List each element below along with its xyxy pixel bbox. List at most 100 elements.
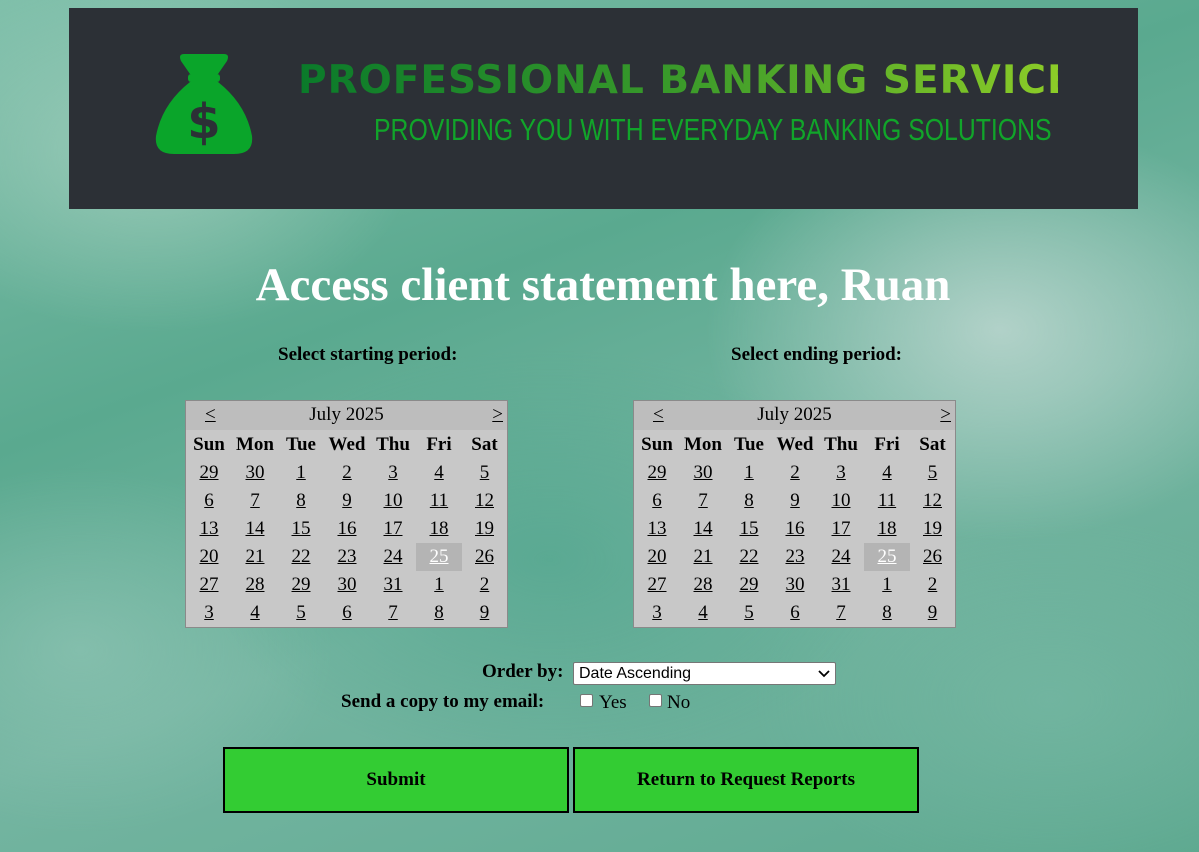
calendar-day[interactable]: 29: [186, 459, 232, 487]
calendar-day[interactable]: 13: [186, 515, 232, 543]
calendar-day[interactable]: 3: [818, 459, 864, 487]
submit-button[interactable]: Submit: [223, 747, 569, 813]
calendar-day[interactable]: 14: [680, 515, 726, 543]
calendar-day[interactable]: 24: [370, 543, 416, 571]
calendar-day[interactable]: 29: [726, 571, 772, 599]
calendar-day[interactable]: 15: [278, 515, 324, 543]
calendar-day[interactable]: 27: [634, 571, 680, 599]
calendar-day[interactable]: 7: [818, 599, 864, 627]
calendar-day[interactable]: 15: [726, 515, 772, 543]
calendar-day[interactable]: 6: [772, 599, 818, 627]
email-yes-label: Yes: [599, 692, 627, 713]
calendar-day[interactable]: 17: [370, 515, 416, 543]
calendar-day[interactable]: 18: [864, 515, 910, 543]
calendar-day[interactable]: 1: [278, 459, 324, 487]
calendar-day[interactable]: 3: [634, 599, 680, 627]
calendar-day[interactable]: 6: [186, 487, 232, 515]
calendar-day[interactable]: 31: [818, 571, 864, 599]
calendar-day[interactable]: 29: [634, 459, 680, 487]
calendar-day[interactable]: 4: [416, 459, 462, 487]
calendar-day[interactable]: 17: [818, 515, 864, 543]
next-month-link[interactable]: >: [940, 404, 951, 426]
calendar-day[interactable]: 26: [910, 543, 955, 571]
next-month-link[interactable]: >: [492, 404, 503, 426]
calendar-day[interactable]: 18: [416, 515, 462, 543]
calendar-day[interactable]: 11: [864, 487, 910, 515]
calendar-day[interactable]: 10: [818, 487, 864, 515]
calendar-day[interactable]: 4: [232, 599, 278, 627]
calendar-day[interactable]: 5: [462, 459, 507, 487]
weekday-header: Fri: [874, 434, 900, 455]
calendar-day[interactable]: 2: [772, 459, 818, 487]
calendar-day[interactable]: 8: [726, 487, 772, 515]
weekday-header: Tue: [734, 434, 764, 455]
calendar-day[interactable]: 30: [772, 571, 818, 599]
calendar-day[interactable]: 11: [416, 487, 462, 515]
calendar-day[interactable]: 26: [462, 543, 507, 571]
weekday-header: Sun: [641, 434, 673, 455]
calendar-day[interactable]: 16: [772, 515, 818, 543]
calendar-day[interactable]: 1: [726, 459, 772, 487]
calendar-day[interactable]: 5: [278, 599, 324, 627]
calendar-day[interactable]: 19: [910, 515, 955, 543]
calendar-month: July 2025: [309, 404, 384, 425]
calendar-day[interactable]: 23: [772, 543, 818, 571]
calendar-day[interactable]: 13: [634, 515, 680, 543]
calendar-day[interactable]: 9: [324, 487, 370, 515]
calendar-day[interactable]: 14: [232, 515, 278, 543]
calendar-day[interactable]: 4: [680, 599, 726, 627]
calendar-day[interactable]: 6: [324, 599, 370, 627]
calendar-day[interactable]: 2: [462, 571, 507, 599]
calendar-day[interactable]: 22: [278, 543, 324, 571]
calendar-day[interactable]: 24: [818, 543, 864, 571]
return-button[interactable]: Return to Request Reports: [573, 747, 919, 813]
calendar-day[interactable]: 8: [864, 599, 910, 627]
calendar-day[interactable]: 31: [370, 571, 416, 599]
calendar-day[interactable]: 6: [634, 487, 680, 515]
calendar-day[interactable]: 1: [416, 571, 462, 599]
calendar-day[interactable]: 28: [232, 571, 278, 599]
calendar-day[interactable]: 19: [462, 515, 507, 543]
calendar-day[interactable]: 5: [910, 459, 955, 487]
calendar-day[interactable]: 21: [232, 543, 278, 571]
calendar-day[interactable]: 9: [910, 599, 955, 627]
calendar-day[interactable]: 2: [910, 571, 955, 599]
calendar-day[interactable]: 20: [634, 543, 680, 571]
calendar-day[interactable]: 30: [680, 459, 726, 487]
calendar-day[interactable]: 9: [772, 487, 818, 515]
calendar-day[interactable]: 3: [186, 599, 232, 627]
weekday-header: Sun: [193, 434, 225, 455]
calendar-day[interactable]: 4: [864, 459, 910, 487]
email-no-checkbox[interactable]: [649, 694, 662, 707]
calendar-day[interactable]: 9: [462, 599, 507, 627]
calendar-day[interactable]: 25: [864, 543, 910, 571]
prev-month-link[interactable]: <: [653, 404, 664, 426]
calendar-day[interactable]: 27: [186, 571, 232, 599]
calendar-day[interactable]: 5: [726, 599, 772, 627]
calendar-day[interactable]: 7: [232, 487, 278, 515]
calendar-day[interactable]: 12: [462, 487, 507, 515]
calendar-day[interactable]: 1: [864, 571, 910, 599]
calendar-day[interactable]: 28: [680, 571, 726, 599]
calendar-day[interactable]: 10: [370, 487, 416, 515]
calendar-day[interactable]: 23: [324, 543, 370, 571]
calendar-day[interactable]: 30: [324, 571, 370, 599]
calendar-day[interactable]: 2: [324, 459, 370, 487]
calendar-day[interactable]: 8: [278, 487, 324, 515]
order-by-select[interactable]: Date Ascending: [573, 662, 836, 685]
calendar-day[interactable]: 7: [370, 599, 416, 627]
calendar-day[interactable]: 16: [324, 515, 370, 543]
calendar-day[interactable]: 7: [680, 487, 726, 515]
calendar-day[interactable]: 29: [278, 571, 324, 599]
calendar-day[interactable]: 8: [416, 599, 462, 627]
email-yes-checkbox[interactable]: [580, 694, 593, 707]
calendar-header: July 2025 < >: [634, 401, 955, 430]
calendar-day[interactable]: 22: [726, 543, 772, 571]
prev-month-link[interactable]: <: [205, 404, 216, 426]
calendar-day[interactable]: 30: [232, 459, 278, 487]
calendar-day[interactable]: 3: [370, 459, 416, 487]
calendar-day[interactable]: 21: [680, 543, 726, 571]
calendar-day[interactable]: 12: [910, 487, 955, 515]
calendar-day[interactable]: 20: [186, 543, 232, 571]
calendar-day[interactable]: 25: [416, 543, 462, 571]
